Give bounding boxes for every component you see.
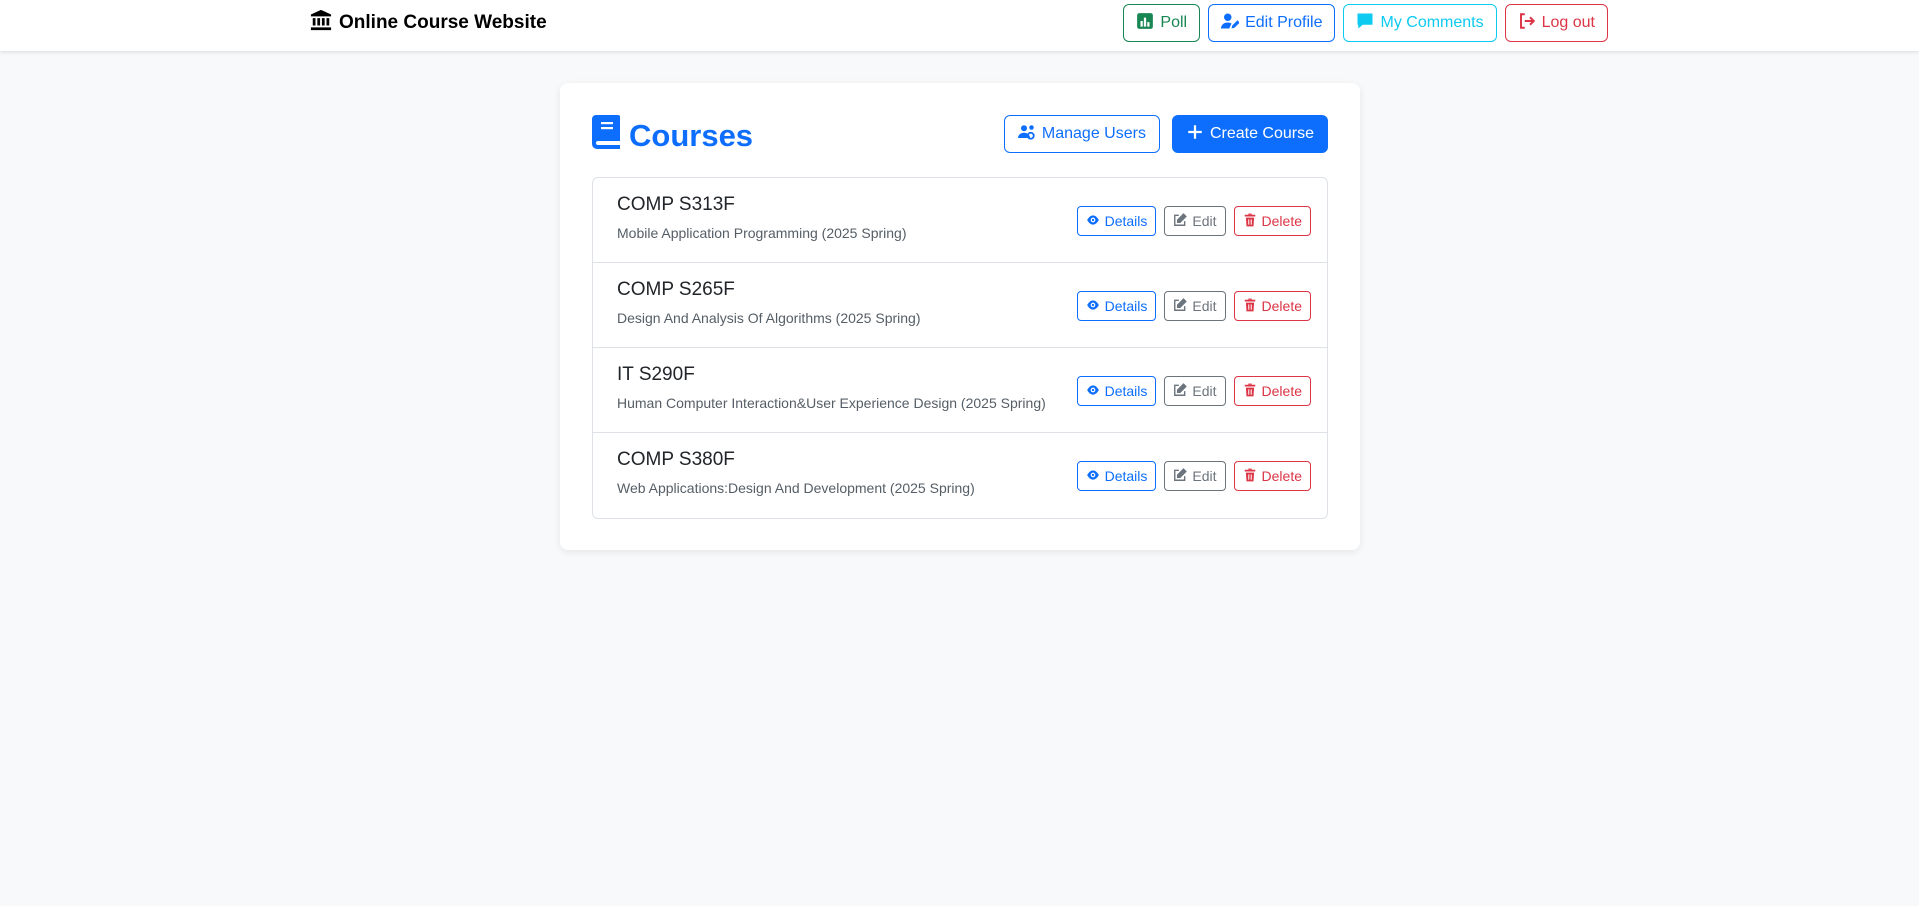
edit-label: Edit xyxy=(1192,213,1217,229)
course-item: COMP S380F Web Applications:Design And D… xyxy=(593,433,1327,518)
edit-icon xyxy=(1173,212,1188,230)
details-button[interactable]: Details xyxy=(1076,291,1157,321)
book-icon xyxy=(592,115,622,157)
edit-profile-button[interactable]: Edit Profile xyxy=(1208,4,1336,42)
course-actions: Details Edit Delete xyxy=(1076,291,1311,321)
course-description: Mobile Application Programming (2025 Spr… xyxy=(617,225,907,241)
edit-button[interactable]: Edit xyxy=(1164,291,1226,321)
eye-icon xyxy=(1086,383,1100,400)
course-description: Design And Analysis Of Algorithms (2025 … xyxy=(617,310,921,326)
course-code: COMP S313F xyxy=(617,194,735,215)
edit-icon xyxy=(1173,382,1188,400)
sign-out-icon xyxy=(1518,12,1536,35)
edit-profile-label: Edit Profile xyxy=(1245,14,1323,31)
course-actions: Details Edit Delete xyxy=(1076,461,1311,491)
card-actions: Manage Users Create Course xyxy=(1003,115,1328,153)
poll-button[interactable]: Poll xyxy=(1123,4,1201,42)
nav-actions: Poll Edit Profile My Comments Log out xyxy=(1123,4,1608,42)
create-course-label: Create Course xyxy=(1209,125,1314,142)
brand-title: Online Course Website xyxy=(339,12,547,33)
poll-icon xyxy=(1136,12,1154,35)
delete-label: Delete xyxy=(1261,298,1302,314)
edit-label: Edit xyxy=(1192,298,1217,314)
course-code: IT S290F xyxy=(617,364,695,385)
trash-icon xyxy=(1243,298,1257,315)
log-out-label: Log out xyxy=(1541,14,1595,31)
course-actions: Details Edit Delete xyxy=(1076,376,1311,406)
course-code: COMP S265F xyxy=(617,279,735,300)
edit-button[interactable]: Edit xyxy=(1164,461,1226,491)
trash-icon xyxy=(1243,383,1257,400)
delete-label: Delete xyxy=(1261,383,1302,399)
details-label: Details xyxy=(1104,213,1148,229)
user-edit-icon xyxy=(1221,12,1240,35)
trash-icon xyxy=(1243,468,1257,485)
details-button[interactable]: Details xyxy=(1076,461,1157,491)
course-description: Human Computer Interaction&User Experien… xyxy=(617,395,1046,411)
edit-button[interactable]: Edit xyxy=(1164,376,1226,406)
course-description: Web Applications:Design And Development … xyxy=(617,480,975,496)
trash-icon xyxy=(1243,213,1257,230)
edit-icon xyxy=(1173,297,1188,315)
delete-button[interactable]: Delete xyxy=(1233,461,1311,491)
manage-users-button[interactable]: Manage Users xyxy=(1003,115,1160,153)
edit-icon xyxy=(1173,467,1188,485)
course-list: COMP S313F Mobile Application Programmin… xyxy=(592,177,1328,519)
my-comments-label: My Comments xyxy=(1380,14,1484,31)
course-actions: Details Edit Delete xyxy=(1076,206,1311,236)
course-item: IT S290F Human Computer Interaction&User… xyxy=(593,348,1327,433)
course-code: COMP S380F xyxy=(617,449,735,470)
poll-label: Poll xyxy=(1160,14,1188,31)
eye-icon xyxy=(1086,213,1100,230)
brand[interactable]: Online Course Website xyxy=(310,9,547,37)
users-cog-icon xyxy=(1017,123,1036,146)
page-title: Courses xyxy=(592,115,753,157)
my-comments-button[interactable]: My Comments xyxy=(1343,4,1497,42)
eye-icon xyxy=(1086,298,1100,315)
edit-label: Edit xyxy=(1192,383,1217,399)
details-label: Details xyxy=(1104,468,1148,484)
details-label: Details xyxy=(1104,383,1148,399)
course-item: COMP S265F Design And Analysis Of Algori… xyxy=(593,263,1327,348)
delete-button[interactable]: Delete xyxy=(1233,376,1311,406)
delete-label: Delete xyxy=(1261,213,1302,229)
delete-button[interactable]: Delete xyxy=(1233,206,1311,236)
details-label: Details xyxy=(1104,298,1148,314)
eye-icon xyxy=(1086,468,1100,485)
comment-icon xyxy=(1356,12,1374,35)
plus-icon xyxy=(1186,123,1204,146)
edit-label: Edit xyxy=(1192,468,1217,484)
courses-card: Courses Manage Users Create Course COMP … xyxy=(560,83,1360,550)
edit-button[interactable]: Edit xyxy=(1164,206,1226,236)
create-course-button[interactable]: Create Course xyxy=(1171,115,1328,153)
institution-icon xyxy=(310,9,332,37)
details-button[interactable]: Details xyxy=(1076,376,1157,406)
manage-users-label: Manage Users xyxy=(1041,125,1146,142)
page-title-text: Courses xyxy=(629,118,754,153)
navbar: Online Course Website Poll Edit Profile … xyxy=(0,0,1919,51)
details-button[interactable]: Details xyxy=(1076,206,1157,236)
delete-button[interactable]: Delete xyxy=(1233,291,1311,321)
delete-label: Delete xyxy=(1261,468,1302,484)
course-item: COMP S313F Mobile Application Programmin… xyxy=(593,178,1327,263)
log-out-button[interactable]: Log out xyxy=(1504,4,1608,42)
